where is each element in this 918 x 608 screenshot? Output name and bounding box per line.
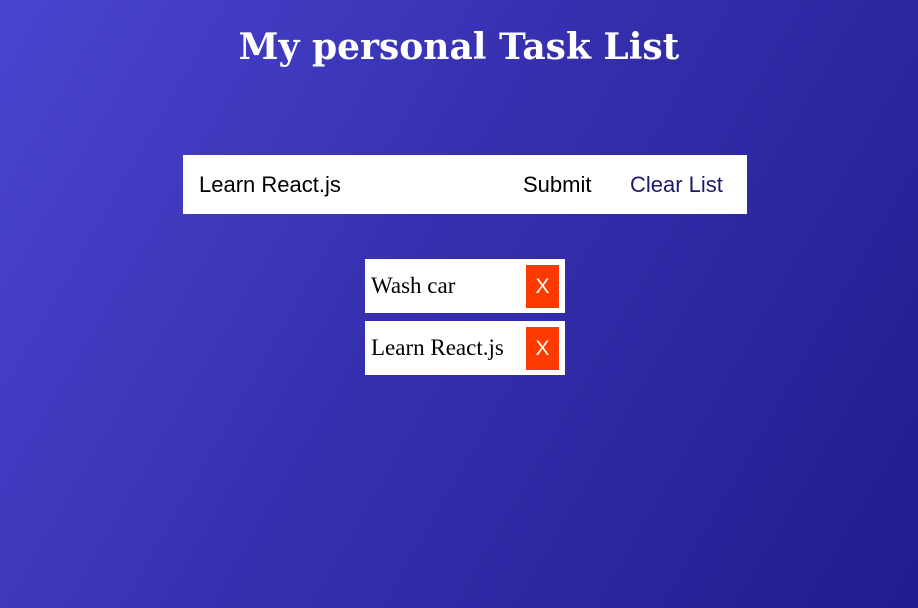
task-form: Submit Clear List	[183, 155, 747, 214]
task-text: Wash car	[371, 273, 456, 298]
submit-button[interactable]: Submit	[523, 155, 591, 214]
page-title: My personal Task List	[238, 26, 680, 68]
delete-task-button[interactable]: X	[526, 265, 559, 308]
delete-task-button[interactable]: X	[526, 327, 559, 370]
task-item: Learn React.js X	[365, 321, 565, 375]
task-text: Learn React.js	[371, 335, 504, 360]
task-item: Wash car X	[365, 259, 565, 313]
task-input[interactable]	[199, 155, 499, 214]
clear-list-button[interactable]: Clear List	[630, 155, 723, 214]
